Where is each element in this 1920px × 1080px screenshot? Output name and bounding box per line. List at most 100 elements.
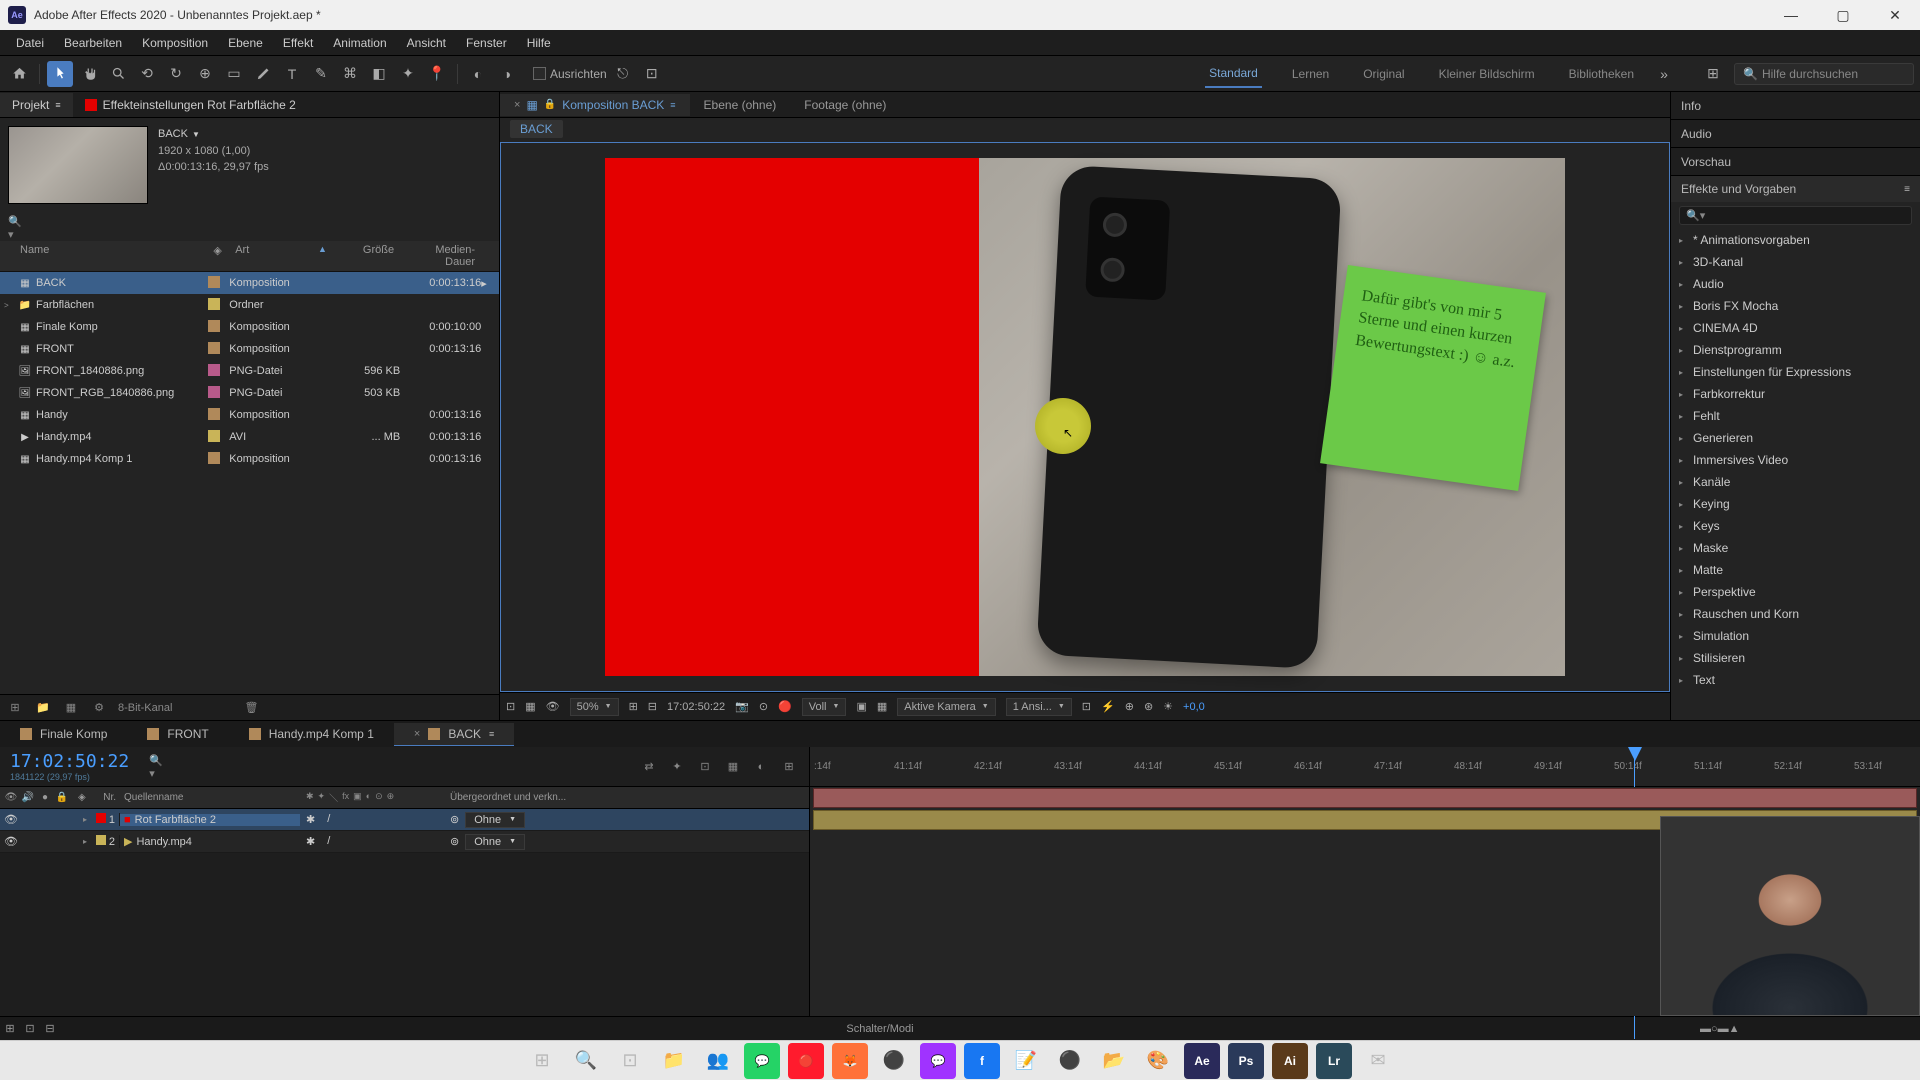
preview-panel-tab[interactable]: Vorschau [1671,148,1920,176]
exposure-value[interactable]: +0,0 [1183,701,1205,713]
taskbar-messenger-icon[interactable]: 💬 [920,1043,956,1079]
show-snapshot-icon[interactable]: ⊙ [759,700,768,713]
composition-tab[interactable]: Footage (ohne) [790,94,900,116]
composition-viewer[interactable]: Dafür gibt's von mir 5 Sterne und einen … [500,142,1670,692]
effect-category[interactable]: ▸Simulation [1671,625,1920,647]
shy-icon[interactable]: ⊡ [695,757,715,777]
zoom-out-icon[interactable]: ▬○▬▲ [1700,1023,1720,1035]
eraser-tool[interactable]: ◧ [366,61,392,87]
maximize-button[interactable]: ▢ [1826,2,1860,28]
align-checkbox[interactable]: Ausrichten [533,67,607,81]
rectangle-tool[interactable]: ▭ [221,61,247,87]
taskbar-ae-icon[interactable]: Ae [1184,1043,1220,1079]
workspace-standard[interactable]: Standard [1205,60,1262,88]
menu-bearbeiten[interactable]: Bearbeiten [54,32,132,54]
effect-category[interactable]: ▸Keys [1671,515,1920,537]
effect-category[interactable]: ▸Text [1671,669,1920,691]
pixel-aspect-icon[interactable]: ⊡ [1082,700,1091,713]
taskbar-firefox-icon[interactable]: 🦊 [832,1043,868,1079]
taskbar-ai-icon[interactable]: Ai [1272,1043,1308,1079]
zoom-tool[interactable] [105,61,131,87]
folder-icon[interactable]: 📁 [34,701,52,714]
layer-row[interactable]: 👁 ▸ 2 ▶Handy.mp4 ✱/ ⊚Ohne▼ [0,831,809,853]
help-search-input[interactable]: 🔍Hilfe durchsuchen [1734,63,1914,85]
graph-editor-icon[interactable]: ⊞ [779,757,799,777]
project-tab[interactable]: Projekt≡ [0,93,73,117]
hand-tool[interactable] [76,61,102,87]
taskbar-opera-icon[interactable]: 🔴 [788,1043,824,1079]
workspace-lernen[interactable]: Lernen [1288,61,1333,87]
clone-stamp-tool[interactable]: ⌘ [337,61,363,87]
effect-category[interactable]: ▸Boris FX Mocha [1671,295,1920,317]
color-icon[interactable]: 🔴 [778,700,792,713]
taskbar-folder-icon[interactable]: 📂 [1096,1043,1132,1079]
taskbar-paint-icon[interactable]: 🎨 [1140,1043,1176,1079]
motion-blur-icon[interactable]: ◐ [751,757,771,777]
toggle-switches-icon[interactable]: ⊞ [0,1022,20,1035]
footer-mode-label[interactable]: Schalter/Modi [60,1023,1700,1035]
taskbar-notes-icon[interactable]: 📝 [1008,1043,1044,1079]
taskbar-ps-icon[interactable]: Ps [1228,1043,1264,1079]
taskbar-taskview-icon[interactable]: ⊡ [612,1043,648,1079]
taskbar-facebook-icon[interactable]: f [964,1043,1000,1079]
new-comp-icon[interactable]: ▦ [62,701,80,714]
workspace-kleiner-bildschirm[interactable]: Kleiner Bildschirm [1435,61,1539,87]
taskbar-teams-icon[interactable]: 👥 [700,1043,736,1079]
workspace-bibliotheken[interactable]: Bibliotheken [1565,61,1638,87]
home-button[interactable] [6,61,32,87]
comp-flowchart-icon[interactable]: ⇄ [639,757,659,777]
frame-blend-icon[interactable]: ▦ [723,757,743,777]
project-item[interactable]: >📁Farbflächen Ordner [0,294,499,316]
roto-brush-tool[interactable]: ✦ [395,61,421,87]
stroke-icon[interactable]: ◑ [494,61,520,87]
menu-animation[interactable]: Animation [323,32,396,54]
workspace-original[interactable]: Original [1359,61,1408,87]
mask-icon[interactable]: 👁 [546,700,560,713]
project-table-header[interactable]: Name ◈ Art▲ Größe Medien-Dauer [0,241,499,272]
draft-3d-icon[interactable]: ✦ [667,757,687,777]
effect-category[interactable]: ▸CINEMA 4D [1671,317,1920,339]
interpret-icon[interactable]: ⊞ [6,701,24,714]
channel-icon[interactable]: ▦ [525,700,535,713]
effect-category[interactable]: ▸Fehlt [1671,405,1920,427]
project-item[interactable]: ▦Handy Komposition 0:00:13:16 [0,404,499,426]
effect-category[interactable]: ▸Kanäle [1671,471,1920,493]
rotate-tool[interactable]: ↻ [163,61,189,87]
settings-icon[interactable]: ⚙ [90,701,108,714]
effect-category[interactable]: ▸Farbkorrektur [1671,383,1920,405]
close-button[interactable]: ✕ [1878,2,1912,28]
effects-search-input[interactable]: 🔍▾ [1679,206,1912,225]
effect-category[interactable]: ▸Rauschen und Korn [1671,603,1920,625]
effects-presets-header[interactable]: Effekte und Vorgaben≡ [1671,176,1920,202]
menu-fenster[interactable]: Fenster [456,32,517,54]
menu-ansicht[interactable]: Ansicht [397,32,456,54]
guides-icon[interactable]: ⊟ [648,700,657,713]
effect-category[interactable]: ▸Matte [1671,559,1920,581]
workspace-grid-icon[interactable]: ⊞ [1700,61,1726,87]
composition-tab[interactable]: ×▦🔒Komposition BACK≡ [500,94,690,116]
effect-category[interactable]: ▸Perspektive [1671,581,1920,603]
menu-ebene[interactable]: Ebene [218,32,273,54]
search-icon[interactable]: 🔍▾ [8,219,26,237]
toggle-in-out-icon[interactable]: ⊟ [40,1022,60,1035]
orbit-camera-tool[interactable]: ⟲ [134,61,160,87]
project-item[interactable]: ▦BACK Komposition 0:00:13:16 ▸ [0,272,499,294]
taskbar-windows-icon[interactable]: ⊞ [524,1043,560,1079]
comp-name-label[interactable]: BACK▼ [158,126,269,143]
workspace-overflow[interactable]: » [1651,61,1677,87]
transparency-icon[interactable]: ▦ [877,700,887,713]
effect-category[interactable]: ▸Keying [1671,493,1920,515]
views-dropdown[interactable]: 1 Ansi...▼ [1006,698,1072,716]
resolution-dropdown[interactable]: Voll▼ [802,698,847,716]
audio-panel-tab[interactable]: Audio [1671,120,1920,148]
effect-controls-tab[interactable]: Effekteinstellungen Rot Farbfläche 2 [73,93,308,117]
trash-icon[interactable]: 🗑 [242,701,260,714]
project-item[interactable]: ▦Finale Komp Komposition 0:00:10:00 [0,316,499,338]
project-item[interactable]: ▦Handy.mp4 Komp 1 Komposition 0:00:13:16 [0,448,499,470]
effect-category[interactable]: ▸* Animationsvorgaben [1671,229,1920,251]
menu-datei[interactable]: Datei [6,32,54,54]
taskbar-whatsapp-icon[interactable]: 💬 [744,1043,780,1079]
camera-dropdown[interactable]: Aktive Kamera▼ [897,698,995,716]
timeline-search-icon[interactable]: 🔍▾ [149,754,167,780]
zoom-dropdown[interactable]: 50%▼ [570,698,619,716]
